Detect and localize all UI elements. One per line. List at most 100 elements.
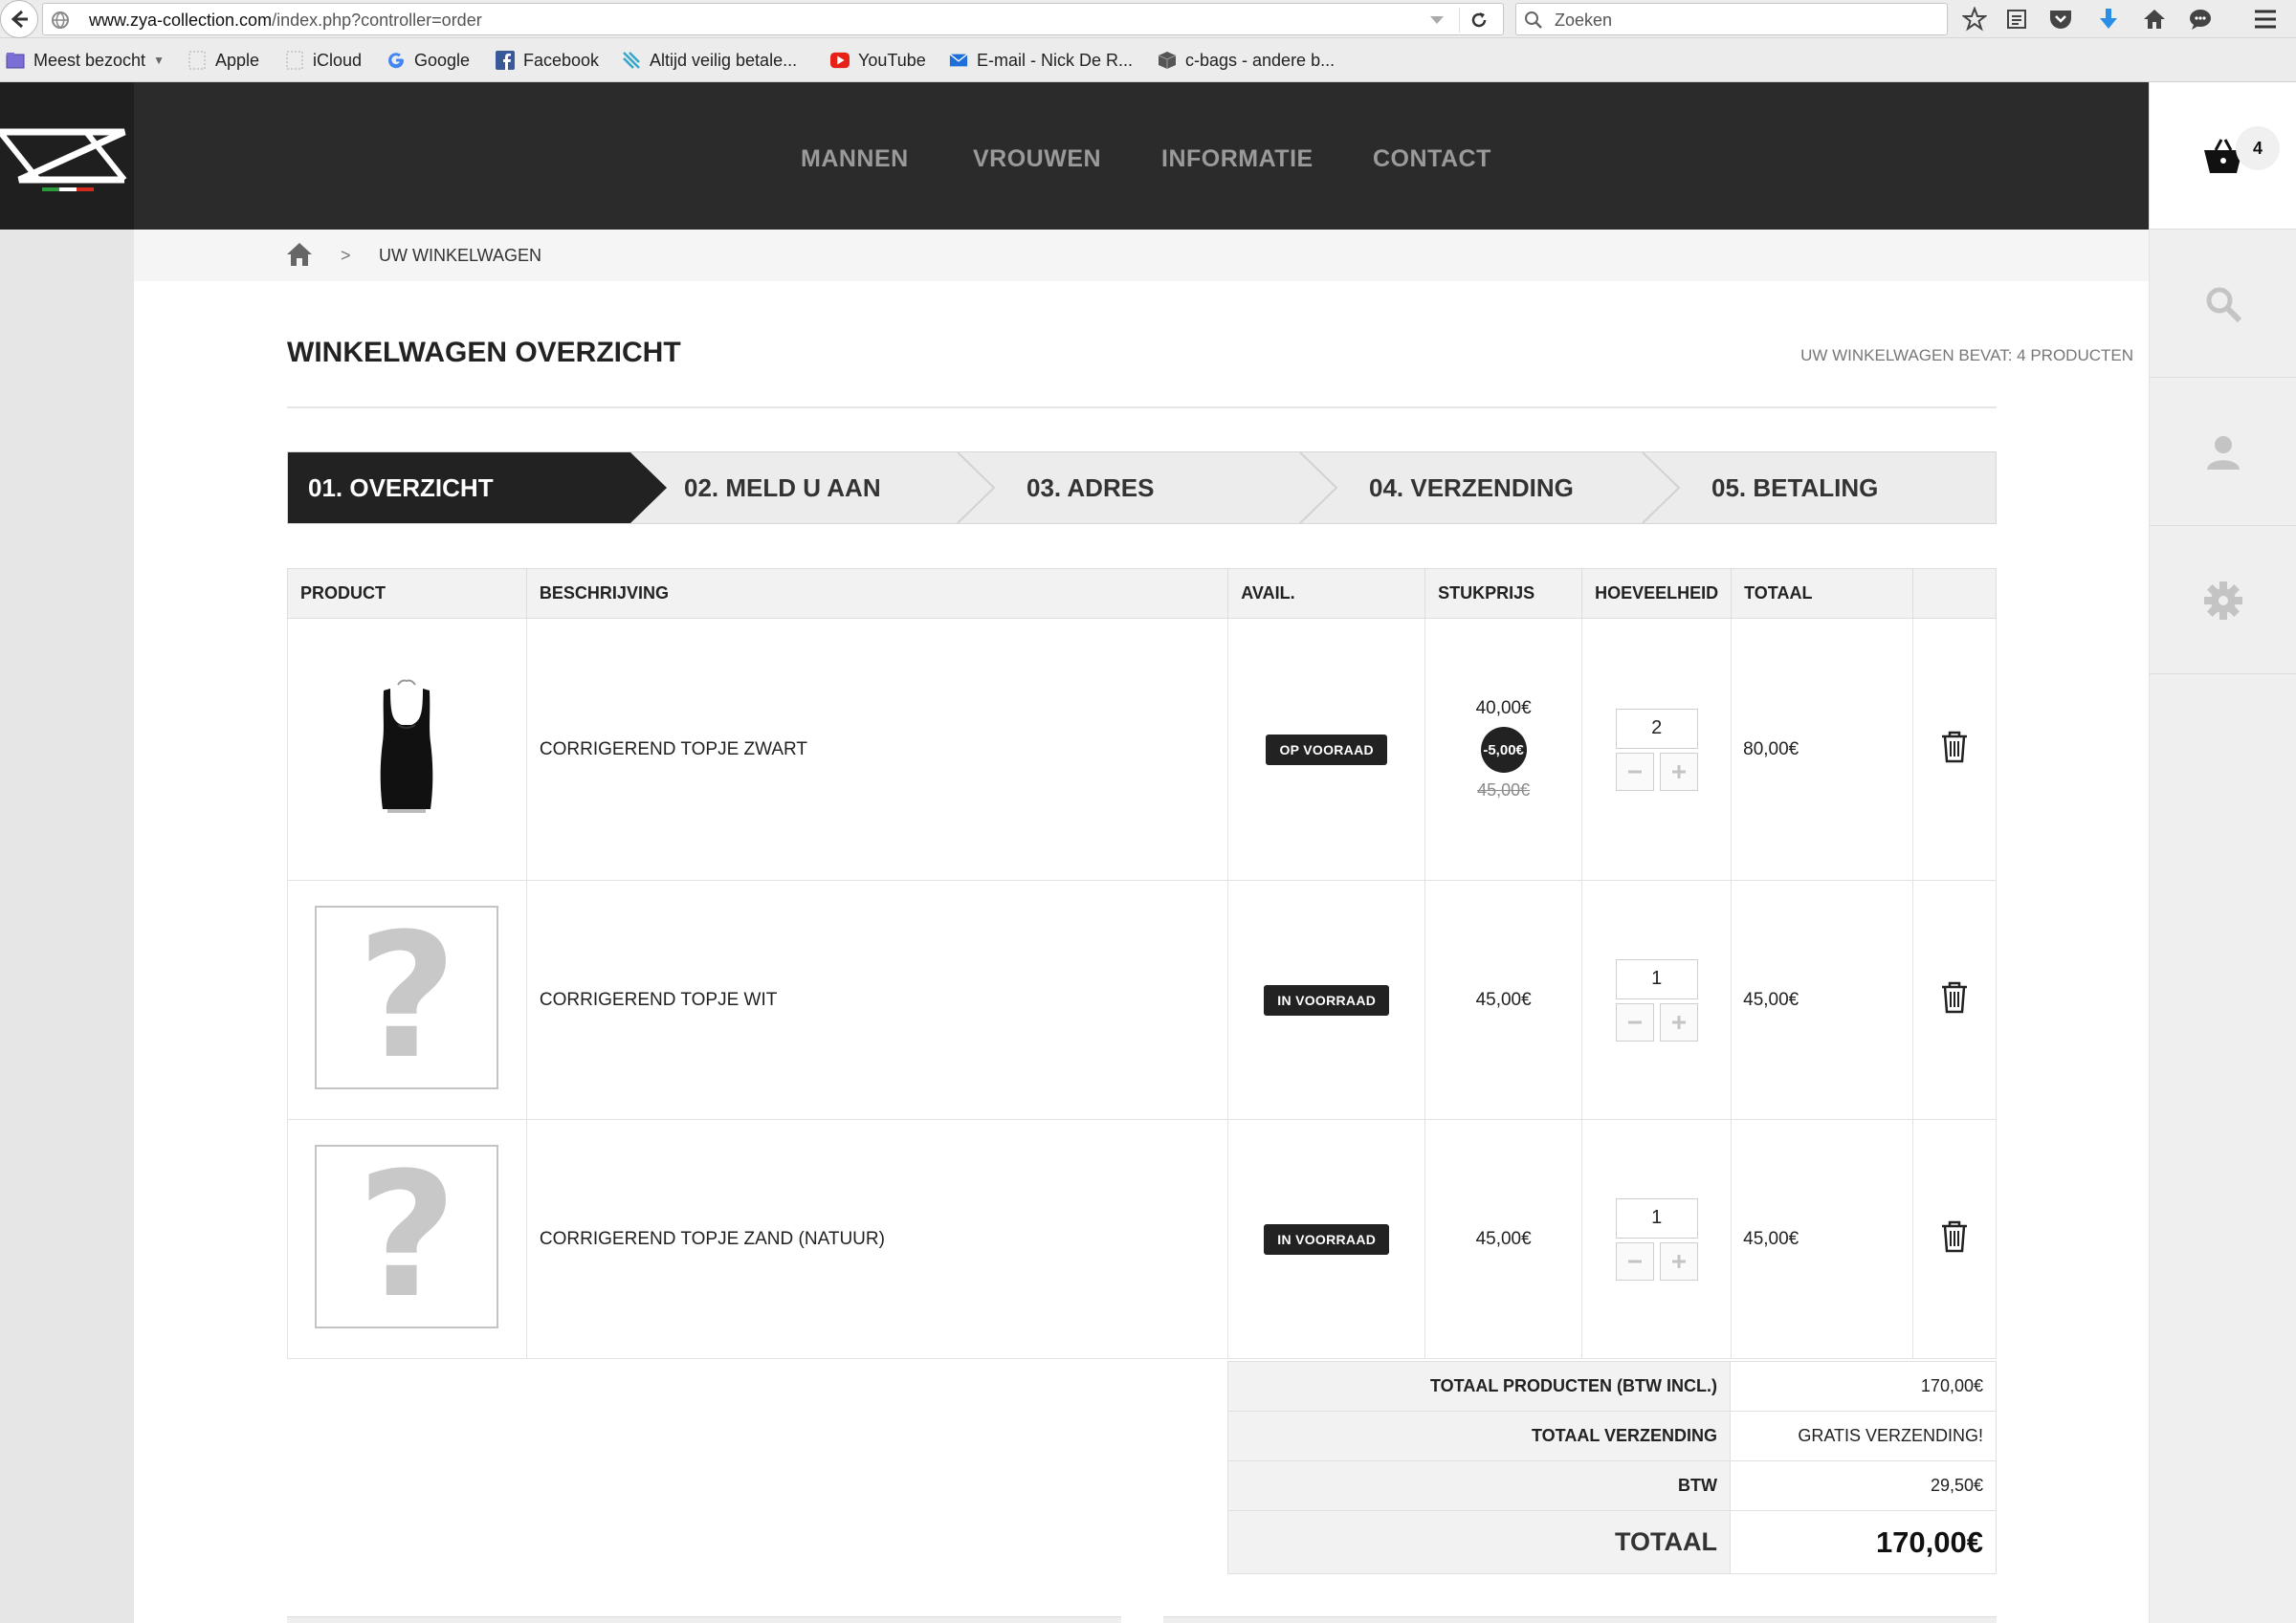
trash-icon[interactable] <box>1940 731 1969 763</box>
totals-row-grand: TOTAAL 170,00€ <box>1227 1510 1997 1574</box>
availability-cell: OP VOORAAD <box>1227 618 1426 881</box>
search-bar[interactable]: Zoeken <box>1515 3 1948 35</box>
stock-badge: IN VOORRAAD <box>1264 984 1390 1016</box>
step-meld-u-aan[interactable]: 02. MELD U AAN <box>684 452 881 523</box>
breadcrumb-separator: > <box>341 246 351 265</box>
price-current: 40,00€ <box>1475 698 1532 718</box>
home-icon <box>2144 10 2165 29</box>
bookmark-email[interactable]: E-mail - Nick De R... <box>949 38 1133 82</box>
line-total: 45,00€ <box>1731 880 1914 1120</box>
rail-search-button[interactable] <box>2150 230 2296 378</box>
cart-count-badge: 4 <box>2236 126 2280 170</box>
header-product: PRODUCT <box>287 568 527 619</box>
nav-mannen[interactable]: MANNEN <box>801 145 909 173</box>
quantity-input[interactable] <box>1615 1197 1698 1239</box>
site-header: MANNEN VROUWEN INFORMATIE CONTACT <box>0 82 2149 230</box>
quantity-input[interactable] <box>1615 708 1698 749</box>
availability-cell: IN VOORRAAD <box>1227 880 1426 1120</box>
totals-products-label: TOTAAL PRODUCTEN (BTW INCL.) <box>1227 1361 1731 1412</box>
hamburger-menu-icon <box>2255 10 2276 29</box>
totals-shipping-label: TOTAAL VERZENDING <box>1227 1411 1731 1461</box>
table-row: ? CORRIGEREND TOPJE ZAND (NATUUR) IN VOO… <box>287 1119 1997 1359</box>
totals-grand-label: TOTAAL <box>1227 1510 1731 1574</box>
header-unit-price: STUKPRIJS <box>1424 568 1583 619</box>
totals-products-value: 170,00€ <box>1730 1361 1997 1412</box>
image-placeholder[interactable]: ? <box>315 1144 499 1328</box>
bookmark-c-bags[interactable]: c-bags - andere b... <box>1158 38 1335 82</box>
quantity-stepper <box>1615 958 1698 1042</box>
reload-button[interactable] <box>1459 8 1497 33</box>
envelope-icon <box>949 51 968 70</box>
cart-button[interactable]: 4 <box>2150 82 2296 230</box>
quantity-increase-button[interactable] <box>1659 1241 1698 1281</box>
product-name[interactable]: CORRIGEREND TOPJE ZAND (NATUUR) <box>525 1119 1229 1359</box>
rail-settings-button[interactable] <box>2150 527 2296 674</box>
bookmark-facebook[interactable]: Facebook <box>496 38 599 82</box>
step-betaling[interactable]: 05. BETALING <box>1711 452 1878 523</box>
nav-informatie[interactable]: INFORMATIE <box>1161 145 1314 173</box>
product-name[interactable]: CORRIGEREND TOPJE WIT <box>525 880 1229 1120</box>
question-mark-icon: ? <box>357 896 457 1097</box>
pocket-button[interactable] <box>2047 6 2074 33</box>
page-title: WINKELWAGEN OVERZICHT <box>287 337 681 368</box>
bookmark-veilig-betalen[interactable]: Altijd veilig betale... <box>622 38 797 82</box>
quantity-decrease-button[interactable] <box>1615 1241 1654 1281</box>
home-button[interactable] <box>2141 6 2168 33</box>
image-placeholder[interactable]: ? <box>315 896 499 1097</box>
cart-totals: TOTAAL PRODUCTEN (BTW INCL.) 170,00€ TOT… <box>1227 1361 1997 1574</box>
search-placeholder: Zoeken <box>1555 11 1613 30</box>
step-verzending[interactable]: 04. VERZENDING <box>1369 452 1574 523</box>
price-old: 45,00€ <box>1477 780 1531 800</box>
bookmark-apple[interactable]: Apple <box>188 38 259 82</box>
main-content: > UW WINKELWAGEN WINKELWAGEN OVERZICHT U… <box>134 230 2149 1623</box>
clipboard-icon <box>2007 10 2026 29</box>
quantity-increase-button[interactable] <box>1659 1002 1698 1042</box>
quantity-decrease-button[interactable] <box>1615 1002 1654 1042</box>
product-image-cell: ? <box>287 1119 527 1359</box>
step-adres[interactable]: 03. ADRES <box>1027 452 1154 523</box>
search-icon <box>2206 287 2242 322</box>
bookmark-star-button[interactable] <box>1961 6 1988 33</box>
quantity-cell <box>1581 880 1733 1120</box>
reading-list-button[interactable] <box>2003 6 2030 33</box>
main-navigation: MANNEN VROUWEN INFORMATIE CONTACT <box>0 82 2149 230</box>
totals-row-tax: BTW 29,50€ <box>1227 1460 1997 1511</box>
bookmark-most-visited[interactable]: Meest bezocht ▼ <box>6 38 165 82</box>
trash-icon[interactable] <box>1940 981 1969 1014</box>
downloads-button[interactable] <box>2095 6 2122 33</box>
quantity-cell <box>1581 1119 1733 1359</box>
nav-vrouwen[interactable]: VROUWEN <box>973 145 1101 173</box>
quantity-increase-button[interactable] <box>1659 752 1698 791</box>
page-left-margin <box>0 230 134 1623</box>
unit-price-cell: 45,00€ <box>1424 1119 1583 1359</box>
black-top-product-image[interactable] <box>335 674 479 819</box>
bookmark-google[interactable]: Google <box>386 38 470 82</box>
price-reduction-badge: -5,00€ <box>1480 727 1527 773</box>
cart-summary: UW WINKELWAGEN BEVAT: 4 PRODUCTEN <box>1800 346 2133 364</box>
quantity-input[interactable] <box>1615 958 1698 999</box>
minus-icon <box>1627 770 1642 773</box>
quantity-decrease-button[interactable] <box>1615 752 1654 791</box>
download-arrow-icon <box>2100 9 2117 29</box>
rail-account-button[interactable] <box>2150 379 2296 526</box>
line-total: 45,00€ <box>1731 1119 1914 1359</box>
product-name[interactable]: CORRIGEREND TOPJE ZWART <box>525 618 1229 881</box>
back-button[interactable] <box>0 0 38 38</box>
step-overzicht[interactable]: 01. OVERZICHT <box>308 452 494 523</box>
globe-icon <box>52 11 69 29</box>
totals-row-products: TOTAAL PRODUCTEN (BTW INCL.) 170,00€ <box>1227 1361 1997 1412</box>
menu-button[interactable] <box>2252 6 2279 33</box>
plus-icon <box>1671 1254 1686 1268</box>
url-bar[interactable]: www.zya-collection.com/index.php?control… <box>42 3 1504 35</box>
trash-icon[interactable] <box>1940 1220 1969 1253</box>
dropdown-arrow-icon[interactable] <box>1428 11 1446 29</box>
reload-icon <box>1471 12 1486 28</box>
header-delete <box>1912 568 1997 619</box>
nav-contact[interactable]: CONTACT <box>1373 145 1491 173</box>
gear-icon <box>2204 581 2242 620</box>
bookmark-youtube[interactable]: YouTube <box>830 38 926 82</box>
home-icon[interactable] <box>285 241 314 268</box>
url-text: www.zya-collection.com/index.php?control… <box>89 11 482 30</box>
chat-button[interactable] <box>2187 6 2214 33</box>
bookmark-icloud[interactable]: iCloud <box>285 38 362 82</box>
